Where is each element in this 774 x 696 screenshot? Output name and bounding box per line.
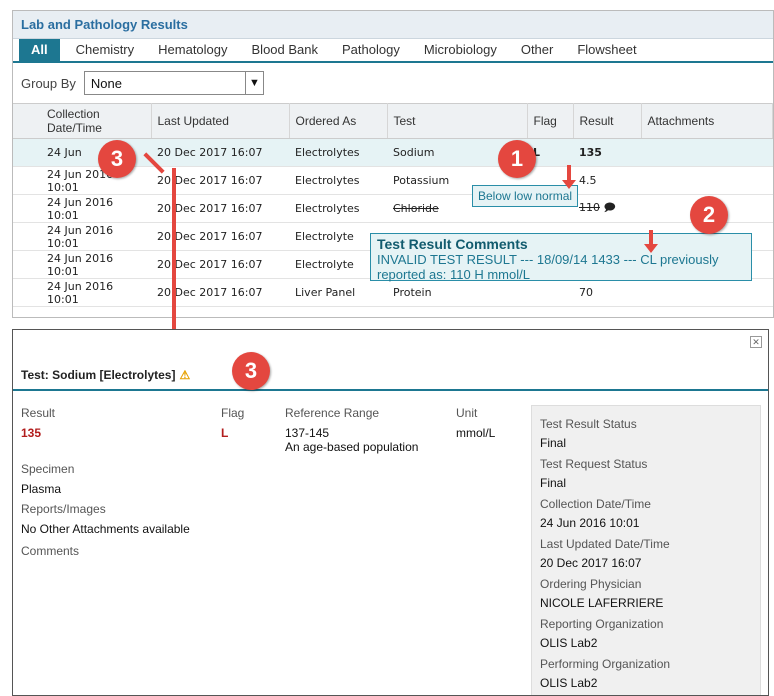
status-key: Test Request Status bbox=[540, 457, 648, 471]
col-flag[interactable]: Flag bbox=[527, 103, 574, 139]
status-sidebar: Test Result Status Final Test Request St… bbox=[531, 405, 761, 695]
result-value: 135 bbox=[21, 426, 42, 440]
tab-chemistry[interactable]: Chemistry bbox=[64, 39, 147, 61]
status-key: Last Updated Date/Time bbox=[540, 537, 670, 551]
cell-collection: 24 Jun 2016 10:01 bbox=[13, 222, 151, 251]
status-value: Final bbox=[540, 476, 567, 490]
cell-result: 110 🗩 bbox=[573, 194, 641, 223]
group-by-bar: Group By None ▼ bbox=[13, 63, 773, 103]
ref-range-label: Reference Range bbox=[285, 406, 380, 420]
group-by-value: None bbox=[90, 75, 122, 91]
cell-flag bbox=[527, 278, 573, 307]
group-by-label: Group By bbox=[21, 75, 76, 91]
status-value: 20 Dec 2017 16:07 bbox=[540, 556, 642, 570]
tab-other[interactable]: Other bbox=[509, 39, 566, 61]
cell-attachments bbox=[641, 166, 773, 195]
callout-3-top: 3 bbox=[98, 140, 136, 178]
cell-ordered: Electrolytes bbox=[289, 166, 387, 195]
col-result[interactable]: Result bbox=[573, 103, 642, 139]
arrow-2-head bbox=[644, 244, 658, 253]
reports-label: Reports/Images bbox=[21, 502, 106, 516]
ref-range-note: An age-based population bbox=[285, 440, 419, 454]
comments-label: Comments bbox=[21, 544, 80, 558]
col-last-updated[interactable]: Last Updated bbox=[151, 103, 290, 139]
cell-collection: 24 Jun 2016 10:01 bbox=[13, 250, 151, 279]
test-detail-panel: ✕ Test: Sodium [Electrolytes] ⚠ Result 13… bbox=[12, 329, 769, 696]
callout-3-bottom: 3 bbox=[232, 352, 270, 390]
status-key: Test Result Status bbox=[540, 417, 637, 431]
callout-1: 1 bbox=[498, 140, 536, 178]
col-collection[interactable]: Collection Date/Time bbox=[13, 103, 152, 139]
cell-updated: 20 Dec 2017 16:07 bbox=[151, 138, 289, 167]
cell-attachments bbox=[641, 138, 773, 167]
table-header-row: Collection Date/Time Last Updated Ordere… bbox=[13, 103, 773, 139]
col-attachments[interactable]: Attachments bbox=[641, 103, 773, 139]
cell-collection: 24 Jun 2016 10:01 bbox=[13, 278, 151, 307]
unit-value: mmol/L bbox=[456, 426, 496, 440]
specimen-label: Specimen bbox=[21, 462, 75, 476]
comments-tooltip: Test Result Comments INVALID TEST RESULT… bbox=[370, 233, 752, 282]
cell-ordered: Liver Panel bbox=[289, 278, 387, 307]
cell-attachments bbox=[641, 278, 773, 307]
cell-result: 70 bbox=[573, 278, 641, 307]
flag-value: L bbox=[221, 426, 229, 440]
close-icon[interactable]: ✕ bbox=[750, 336, 762, 348]
cell-test: Protein bbox=[387, 278, 527, 307]
comment-icon[interactable]: 🗩 bbox=[604, 201, 616, 214]
ref-range-value: 137-145 bbox=[285, 426, 330, 440]
detail-title: Test: Sodium [Electrolytes] ⚠ bbox=[21, 368, 190, 382]
warning-icon: ⚠ bbox=[179, 368, 191, 382]
status-key: Collection Date/Time bbox=[540, 497, 651, 511]
status-value: NICOLE LAFERRIERE bbox=[540, 596, 664, 610]
tab-all[interactable]: All bbox=[19, 39, 60, 61]
panel-title: Lab and Pathology Results bbox=[13, 11, 773, 39]
arrow-3-shaft bbox=[172, 168, 176, 346]
flag-label: Flag bbox=[221, 406, 245, 420]
cell-result: 4.5 bbox=[573, 166, 641, 195]
col-ordered-as[interactable]: Ordered As bbox=[289, 103, 388, 139]
unit-label: Unit bbox=[456, 406, 478, 420]
cell-ordered: Electrolytes bbox=[289, 194, 387, 223]
comments-title: Test Result Comments bbox=[377, 236, 528, 252]
tab-flowsheet[interactable]: Flowsheet bbox=[565, 39, 648, 61]
status-value: Final bbox=[540, 436, 567, 450]
arrow-1-head bbox=[562, 180, 576, 189]
col-test[interactable]: Test bbox=[387, 103, 528, 139]
status-key: Performing Organization bbox=[540, 657, 671, 671]
result-value: 110 bbox=[579, 201, 600, 214]
group-by-select[interactable]: None ▼ bbox=[83, 71, 264, 95]
divider bbox=[13, 389, 768, 391]
specimen-value: Plasma bbox=[21, 482, 62, 496]
tab-blood-bank[interactable]: Blood Bank bbox=[240, 39, 331, 61]
cell-ordered: Electrolytes bbox=[289, 138, 387, 167]
category-tabs: All Chemistry Hematology Blood Bank Path… bbox=[13, 39, 773, 63]
chevron-down-icon: ▼ bbox=[244, 72, 263, 94]
callout-2: 2 bbox=[690, 196, 728, 234]
reports-value: No Other Attachments available bbox=[21, 522, 190, 536]
table-row[interactable]: 24 Jun 2016 10:01 20 Dec 2017 16:07 Live… bbox=[13, 278, 773, 307]
status-key: Ordering Physician bbox=[540, 577, 642, 591]
tab-microbiology[interactable]: Microbiology bbox=[412, 39, 509, 61]
cell-collection: 24 Jun 2016 10:01 bbox=[13, 194, 151, 223]
status-value: 24 Jun 2016 10:01 bbox=[540, 516, 640, 530]
status-value: OLIS Lab2 bbox=[540, 676, 598, 690]
comments-text: INVALID TEST RESULT --- 18/09/14 1433 --… bbox=[377, 252, 719, 282]
tab-pathology[interactable]: Pathology bbox=[330, 39, 412, 61]
tab-hematology[interactable]: Hematology bbox=[146, 39, 239, 61]
result-label: Result bbox=[21, 406, 56, 420]
status-key: Reporting Organization bbox=[540, 617, 664, 631]
detail-title-text: Test: Sodium [Electrolytes] bbox=[21, 368, 176, 382]
cell-result: 135 bbox=[573, 138, 641, 167]
status-value: OLIS Lab2 bbox=[540, 636, 598, 650]
table-row[interactable]: 24 Jun 2016 10:01 20 Dec 2017 16:07 Elec… bbox=[13, 194, 773, 223]
